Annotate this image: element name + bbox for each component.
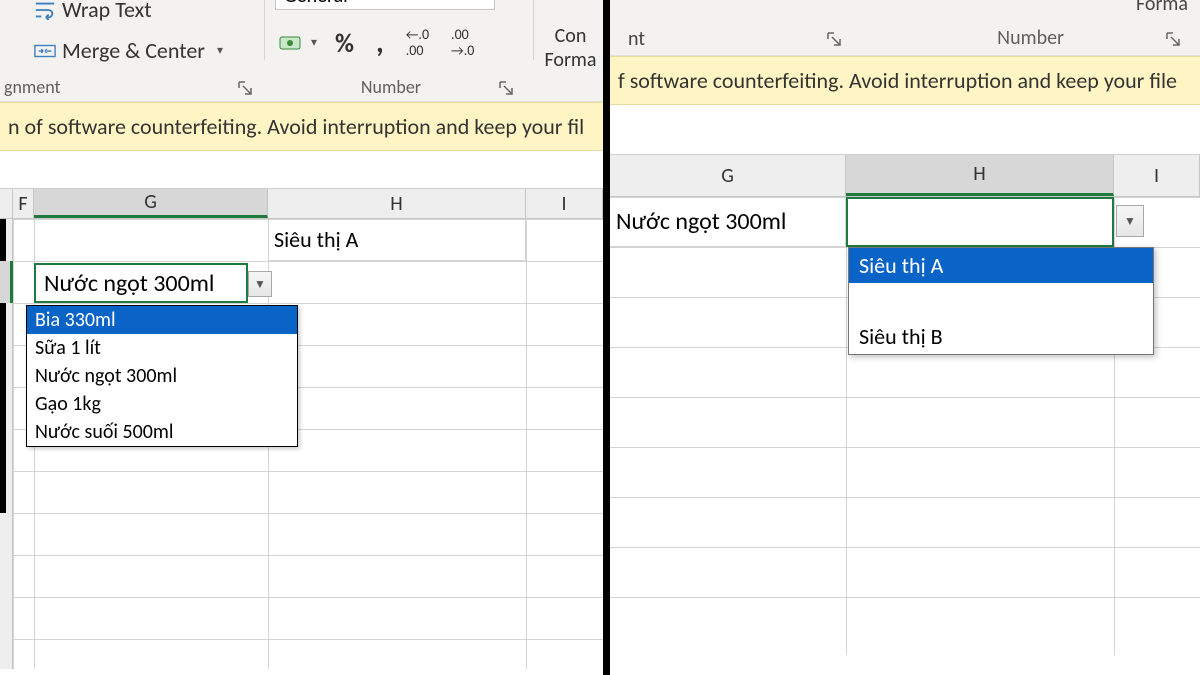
data-validation-dropdown-list[interactable]: Bia 330ml Sữa 1 lít Nước ngọt 300ml Gạo … (26, 305, 298, 447)
format-button[interactable]: Forma (1136, 0, 1188, 16)
dropdown-option[interactable]: Siêu thị B (849, 319, 1153, 354)
number-group-label: Number (267, 72, 515, 102)
data-validation-dropdown-list[interactable]: Siêu thị A Siêu thị B (848, 247, 1154, 355)
ribbon: Wrap Text Merge & Center ▾ General ⌄ (0, 0, 603, 102)
dialog-launcher-icon[interactable] (825, 30, 843, 48)
number-format-value: General (284, 0, 348, 8)
cell-H-value[interactable]: Siêu thị A (268, 219, 526, 261)
formula-bar-area (0, 151, 603, 189)
col-header-G[interactable]: G (34, 189, 268, 218)
wrap-text-icon (34, 0, 56, 21)
alignment-group-fragment: nt (628, 27, 645, 51)
chevron-down-icon: ▾ (311, 35, 317, 50)
decrease-decimal-button[interactable]: .00→.0 (445, 23, 480, 62)
col-header-H[interactable]: H (268, 189, 526, 218)
dialog-launcher-icon[interactable] (1164, 30, 1182, 48)
data-validation-dropdown-button[interactable]: ▼ (248, 271, 272, 297)
increase-decimal-icon: ←.0.00 (406, 27, 429, 58)
chevron-down-icon: ▾ (217, 43, 223, 58)
number-group-label: Number (997, 22, 1064, 56)
activation-warning-bar: n of software counterfeiting. Avoid inte… (0, 102, 603, 151)
merge-center-label: Merge & Center (62, 37, 205, 64)
worksheet-grid[interactable]: F G H I Siêu thị A Nước ngọt 300ml ▼ Bia… (0, 189, 603, 669)
col-header-G[interactable]: G (610, 155, 846, 196)
panel-divider (603, 0, 610, 675)
dropdown-option[interactable]: Sữa 1 lít (27, 334, 297, 362)
worksheet-grid[interactable]: G H I Nước ngọt 300ml ▼ Siêu thị A Siêu … (610, 155, 1200, 655)
increase-decimal-button[interactable]: ←.0.00 (400, 23, 435, 62)
chevron-down-icon: ⌄ (476, 0, 486, 4)
dropdown-option[interactable]: Gạo 1kg (27, 390, 297, 418)
dropdown-blank-option[interactable] (849, 283, 1153, 319)
dropdown-option[interactable]: Nước ngọt 300ml (27, 362, 297, 390)
left-excel-window: Wrap Text Merge & Center ▾ General ⌄ (0, 0, 603, 675)
decrease-decimal-icon: .00→.0 (451, 27, 474, 58)
wrap-text-label: Wrap Text (62, 0, 152, 23)
conditional-format-button[interactable]: Con Forma (538, 24, 603, 72)
right-excel-window: Forma nt Number f software counterfeitin… (610, 0, 1200, 675)
col-header-F[interactable]: F (13, 189, 34, 218)
number-format-dropdown[interactable]: General ⌄ (275, 0, 495, 10)
chevron-down-icon: ▼ (254, 277, 266, 292)
dropdown-option[interactable]: Bia 330ml (27, 306, 297, 334)
formula-bar-area (610, 105, 1200, 155)
data-validation-dropdown-button[interactable]: ▼ (1116, 205, 1144, 237)
group-separator (533, 0, 534, 60)
currency-icon (279, 33, 305, 53)
ribbon: Forma nt Number (610, 0, 1200, 56)
alignment-group-label: gnment (4, 72, 61, 102)
dropdown-option[interactable]: Nước suối 500ml (27, 418, 297, 446)
activation-warning-bar: f software counterfeiting. Avoid interru… (610, 56, 1200, 105)
dropdown-option[interactable]: Siêu thị A (849, 248, 1153, 283)
group-separator (264, 0, 265, 60)
merge-center-icon (34, 40, 56, 62)
comma-button[interactable]: , (370, 20, 390, 65)
cell-G-value[interactable]: Nước ngọt 300ml (610, 197, 846, 247)
col-header-I[interactable]: I (1114, 155, 1200, 196)
active-cell-H[interactable] (846, 197, 1114, 247)
col-header-H[interactable]: H (846, 155, 1114, 196)
col-header-I[interactable]: I (526, 189, 603, 218)
active-cell-G[interactable]: Nước ngọt 300ml (34, 263, 248, 303)
wrap-text-button[interactable]: Wrap Text (28, 0, 260, 27)
accounting-format-button[interactable]: ▾ (277, 31, 319, 55)
dialog-launcher-icon[interactable] (236, 79, 254, 97)
percent-button[interactable]: % (329, 23, 360, 63)
row-header-selected[interactable] (0, 261, 13, 303)
dialog-launcher-icon[interactable] (497, 79, 515, 97)
merge-center-button[interactable]: Merge & Center ▾ (28, 33, 260, 68)
chevron-down-icon: ▼ (1124, 214, 1136, 229)
